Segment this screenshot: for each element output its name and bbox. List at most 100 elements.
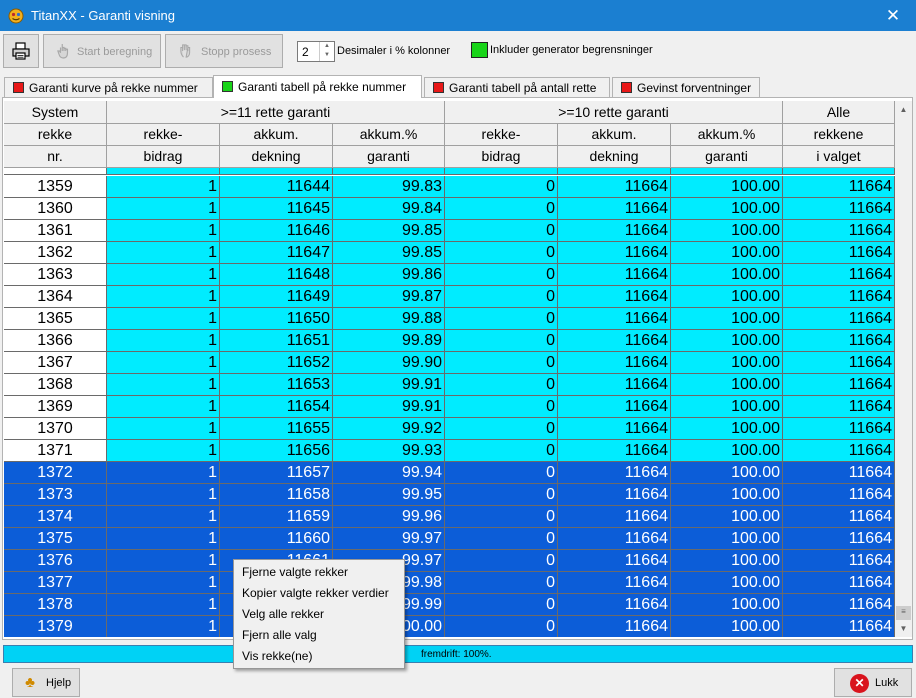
generator-limits-checkbox[interactable] [471, 42, 488, 58]
printer-icon [12, 42, 30, 60]
table-row[interactable]: 1371 1 11656 99.93 0 11664 100.00 11664 [4, 440, 895, 462]
table-row[interactable]: 137711166299.98011664100.0011664 [4, 572, 895, 594]
table-cell: 11664 [783, 220, 895, 242]
window-close-icon[interactable]: ✕ [870, 0, 916, 31]
table-row[interactable]: 1365 1 11650 99.88 0 11664 100.00 11664 [4, 308, 895, 330]
help-button[interactable]: ♣ Hjelp [12, 668, 80, 697]
table-row[interactable]: 1379111664100.00011664100.0011664 [4, 616, 895, 637]
table-cell: 11664 [783, 528, 895, 550]
close-button[interactable]: ✕ Lukk [834, 668, 912, 697]
table-row[interactable]: 1361 1 11646 99.85 0 11664 100.00 11664 [4, 220, 895, 242]
scroll-down-icon[interactable]: ▼ [895, 620, 912, 637]
hand-pointer-icon [57, 44, 69, 59]
table-cell: 100.00 [671, 242, 783, 264]
table-cell: 100.00 [671, 176, 783, 198]
start-calculation-button[interactable]: Start beregning [43, 34, 161, 68]
table-cell: 100.00 [671, 506, 783, 528]
table-cell: 11659 [220, 506, 333, 528]
menu-item-clear-selection[interactable]: Fjern alle valg [235, 625, 403, 646]
vertical-scrollbar[interactable]: ▲ ≡ ▼ [895, 101, 912, 637]
menu-item-copy-selected[interactable]: Kopier valgte rekker verdier [235, 583, 403, 604]
row-number-cell: 1365 [4, 308, 107, 330]
table-row[interactable]: 1375 1 11660 99.97 0 11664 100.00 11664 [4, 528, 895, 550]
table-row[interactable]: 137811166399.99011664100.0011664 [4, 594, 895, 616]
table-cell: 100.00 [671, 198, 783, 220]
table-cell: 1 [107, 330, 220, 352]
table-cell: 0 [445, 264, 558, 286]
table-row[interactable]: 1369 1 11654 99.91 0 11664 100.00 11664 [4, 396, 895, 418]
table-cell: 1 [107, 242, 220, 264]
table-cell: 99.97 [333, 528, 445, 550]
tab-guarantee-table-row-number[interactable]: Garanti tabell på rekke nummer [213, 75, 422, 98]
table-cell: 100.00 [671, 484, 783, 506]
context-menu: Fjerne valgte rekker Kopier valgte rekke… [233, 559, 405, 669]
table-row[interactable]: 1367 1 11652 99.90 0 11664 100.00 11664 [4, 352, 895, 374]
app-icon [8, 8, 24, 24]
column-header: akkum.% [333, 124, 445, 146]
table-row[interactable]: 1360 1 11645 99.84 0 11664 100.00 11664 [4, 198, 895, 220]
table-cell: 0 [445, 330, 558, 352]
print-button[interactable] [3, 34, 39, 68]
scroll-thumb[interactable]: ≡ [896, 606, 911, 620]
table-row[interactable]: 1363 1 11648 99.86 0 11664 100.00 11664 [4, 264, 895, 286]
table-cell: 100.00 [671, 572, 783, 594]
scroll-up-icon[interactable]: ▲ [895, 101, 912, 118]
table-row[interactable]: 1368 1 11653 99.91 0 11664 100.00 11664 [4, 374, 895, 396]
menu-item-show-rows[interactable]: Vis rekke(ne) [235, 646, 403, 667]
table-row[interactable]: 1372 1 11657 99.94 0 11664 100.00 11664 [4, 462, 895, 484]
table-row[interactable]: 1366 1 11651 99.89 0 11664 100.00 11664 [4, 330, 895, 352]
table-cell: 11651 [220, 330, 333, 352]
start-calculation-label: Start beregning [77, 46, 153, 58]
table-cell: 11664 [783, 550, 895, 572]
table-cell: 11664 [783, 506, 895, 528]
row-number-cell: 1360 [4, 198, 107, 220]
spinner-arrows-icon[interactable]: ▲ ▼ [319, 42, 334, 61]
stop-process-button[interactable]: Stopp prosess [165, 34, 283, 68]
tab-guarantee-curve[interactable]: Garanti kurve på rekke nummer [4, 77, 213, 97]
tab-label: Garanti tabell på antall rette [449, 81, 597, 95]
row-number-cell: 1361 [4, 220, 107, 242]
table-cell: 11664 [558, 374, 671, 396]
column-header: rekke [4, 124, 107, 146]
table-cell: 0 [445, 220, 558, 242]
table-cell: 11646 [220, 220, 333, 242]
table-cell: 0 [445, 374, 558, 396]
menu-item-select-all[interactable]: Velg alle rekker [235, 604, 403, 625]
table-cell: 11664 [783, 352, 895, 374]
table-cell: 11664 [558, 198, 671, 220]
decimals-spinner[interactable]: 2 ▲ ▼ [297, 41, 335, 62]
table-cell: 99.92 [333, 418, 445, 440]
close-label: Lukk [875, 677, 899, 689]
header-all: Alle [783, 101, 895, 124]
row-number-cell: 1377 [4, 572, 107, 594]
table-row[interactable]: 1364 1 11649 99.87 0 11664 100.00 11664 [4, 286, 895, 308]
table-cell: 100.00 [671, 286, 783, 308]
table-cell: 99.96 [333, 506, 445, 528]
table-cell: 1 [107, 572, 220, 594]
table-row[interactable]: 137611166199.97011664100.0011664 [4, 550, 895, 572]
tab-guarantee-table-correct-count[interactable]: Garanti tabell på antall rette [424, 77, 610, 97]
guarantee-table[interactable]: 135811164399.82011664100.001166413591116… [4, 101, 895, 637]
column-header: i valget [783, 146, 895, 168]
table-row[interactable]: 1370 1 11655 99.92 0 11664 100.00 11664 [4, 418, 895, 440]
tab-win-expectations[interactable]: Gevinst forventninger [612, 77, 760, 97]
table-cell: 0 [445, 484, 558, 506]
table-cell: 11653 [220, 374, 333, 396]
table-row[interactable]: 1374 1 11659 99.96 0 11664 100.00 11664 [4, 506, 895, 528]
progress-label: fremdrift: 100%. [421, 649, 492, 660]
row-number-cell: 1372 [4, 462, 107, 484]
column-header: rekkene [783, 124, 895, 146]
table-cell: 99.88 [333, 308, 445, 330]
menu-item-remove-selected[interactable]: Fjerne valgte rekker [235, 562, 403, 583]
decimals-value: 2 [302, 45, 309, 59]
table-cell: 11664 [783, 594, 895, 616]
stop-process-label: Stopp prosess [201, 46, 272, 58]
table-cell: 11664 [783, 462, 895, 484]
table-cell: 11664 [558, 572, 671, 594]
table-row[interactable]: 1359 1 11644 99.83 0 11664 100.00 11664 [4, 176, 895, 198]
table-cell: 11664 [558, 550, 671, 572]
table-row[interactable]: 1362 1 11647 99.85 0 11664 100.00 11664 [4, 242, 895, 264]
table-row[interactable]: 1373 1 11658 99.95 0 11664 100.00 11664 [4, 484, 895, 506]
row-number-cell: 1373 [4, 484, 107, 506]
table-cell: 11664 [783, 286, 895, 308]
